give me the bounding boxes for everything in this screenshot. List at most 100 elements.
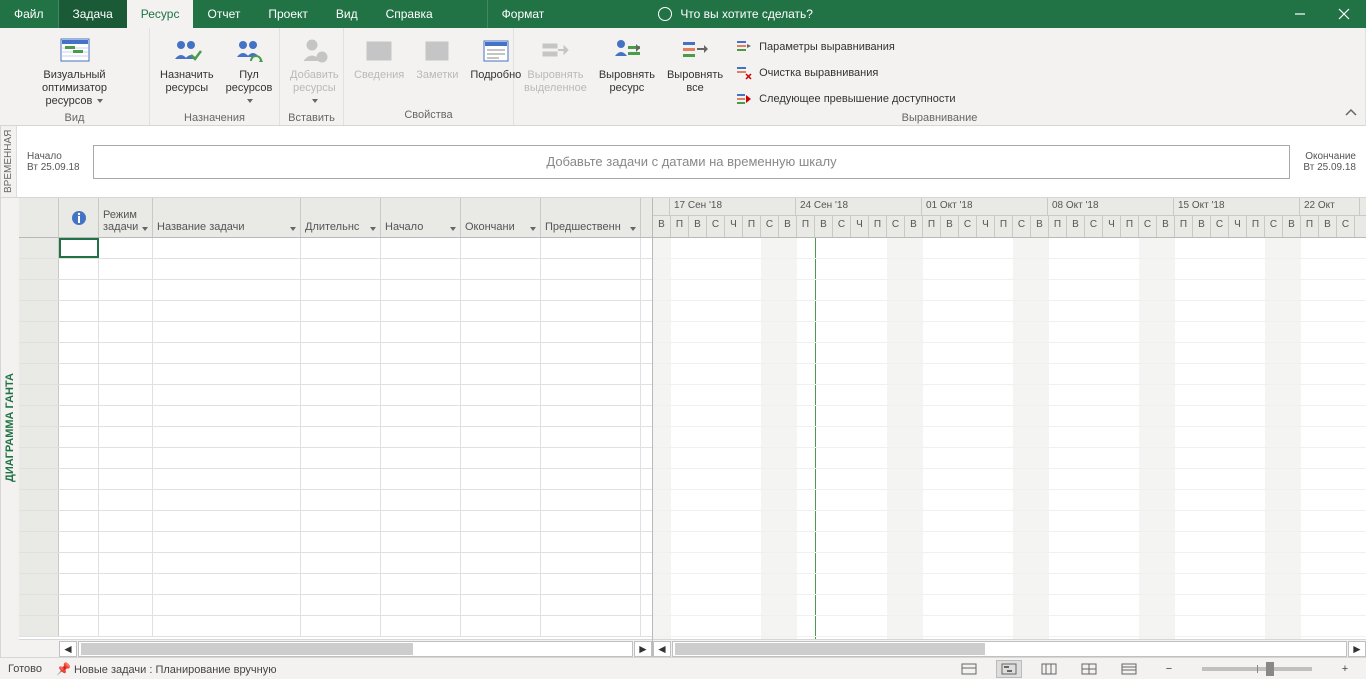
col-duration[interactable]: Длительнс	[301, 198, 381, 237]
hscroll-left-button[interactable]: ◄	[59, 641, 77, 657]
gantt-day-header[interactable]: В	[689, 216, 707, 237]
gantt-day-header[interactable]: В	[905, 216, 923, 237]
tab-task[interactable]: Задача	[59, 0, 127, 28]
gantt-day-header[interactable]: Ч	[1229, 216, 1247, 237]
minimize-button[interactable]	[1278, 0, 1322, 28]
gantt-day-header[interactable]: В	[1193, 216, 1211, 237]
view-shortcut-2[interactable]	[996, 660, 1022, 678]
col-name[interactable]: Название задачи	[153, 198, 301, 237]
gantt-hscroll-right[interactable]: ►	[1348, 641, 1366, 657]
gantt-day-header[interactable]: В	[779, 216, 797, 237]
tellme-search[interactable]	[648, 0, 1278, 28]
gantt-day-header[interactable]: С	[959, 216, 977, 237]
gantt-day-header[interactable]: С	[833, 216, 851, 237]
gantt-day-header[interactable]: Ч	[977, 216, 995, 237]
table-row[interactable]	[19, 406, 652, 427]
gantt-day-header[interactable]: С	[1085, 216, 1103, 237]
view-shortcut-4[interactable]	[1076, 660, 1102, 678]
tab-project[interactable]: Проект	[254, 0, 322, 28]
col-mode[interactable]: Режим задачи	[99, 198, 153, 237]
gantt-day-header[interactable]: Ч	[1103, 216, 1121, 237]
gantt-day-header[interactable]: П	[1247, 216, 1265, 237]
table-row[interactable]	[19, 427, 652, 448]
gantt-day-header[interactable]: С	[1265, 216, 1283, 237]
tab-file[interactable]: Файл	[0, 0, 59, 28]
tab-format[interactable]: Формат	[487, 0, 559, 28]
gantt-week-header[interactable]: 17 Сен '18	[670, 198, 796, 215]
next-overallocation-button[interactable]: Следующее превышение доступности	[731, 88, 959, 110]
tab-help[interactable]: Справка	[372, 0, 447, 28]
gantt-day-header[interactable]: Ч	[725, 216, 743, 237]
leveling-options-button[interactable]: Параметры выравнивания	[731, 36, 959, 58]
level-all-button[interactable]: Выровнять все	[663, 32, 727, 97]
gantt-day-header[interactable]: В	[653, 216, 671, 237]
gantt-day-header[interactable]: В	[1067, 216, 1085, 237]
gantt-day-header[interactable]: П	[995, 216, 1013, 237]
gantt-day-header[interactable]: П	[923, 216, 941, 237]
resource-pool-button[interactable]: Пул ресурсов	[222, 32, 277, 110]
gantt-day-header[interactable]: С	[707, 216, 725, 237]
zoom-slider[interactable]	[1202, 667, 1312, 671]
close-button[interactable]	[1322, 0, 1366, 28]
col-start[interactable]: Начало	[381, 198, 461, 237]
gantt-day-header[interactable]: С	[1211, 216, 1229, 237]
table-row[interactable]	[19, 616, 652, 637]
gantt-day-header[interactable]: С	[887, 216, 905, 237]
gantt-hscroll-track[interactable]	[672, 641, 1347, 657]
col-pred[interactable]: Предшественн	[541, 198, 641, 237]
gantt-week-header[interactable]: 01 Окт '18	[922, 198, 1048, 215]
view-shortcut-5[interactable]	[1116, 660, 1142, 678]
gantt-day-header[interactable]: В	[815, 216, 833, 237]
table-row[interactable]	[19, 490, 652, 511]
view-shortcut-1[interactable]	[956, 660, 982, 678]
gantt-day-header[interactable]: П	[743, 216, 761, 237]
level-resource-button[interactable]: Выровнять ресурс	[595, 32, 659, 97]
table-row[interactable]	[19, 238, 652, 259]
table-row[interactable]	[19, 280, 652, 301]
gantt-week-header[interactable]: 15 Окт '18	[1174, 198, 1300, 215]
gantt-day-header[interactable]: П	[869, 216, 887, 237]
gantt-week-header[interactable]: 08 Окт '18	[1048, 198, 1174, 215]
gantt-week-header[interactable]: 22 Окт	[1300, 198, 1360, 215]
gantt-day-header[interactable]: П	[797, 216, 815, 237]
table-row[interactable]	[19, 532, 652, 553]
view-shortcut-3[interactable]	[1036, 660, 1062, 678]
col-rownum[interactable]	[19, 198, 59, 237]
tab-report[interactable]: Отчет	[193, 0, 254, 28]
visual-optimizer-button[interactable]: Визуальный оптимизатор ресурсов	[6, 32, 143, 110]
gantt-day-header[interactable]: С	[1139, 216, 1157, 237]
gantt-day-header[interactable]: С	[761, 216, 779, 237]
tellme-input[interactable]	[680, 7, 980, 21]
gantt-day-header[interactable]: П	[1121, 216, 1139, 237]
collapse-ribbon-button[interactable]	[1344, 107, 1358, 121]
table-row[interactable]	[19, 364, 652, 385]
gantt-day-header[interactable]: В	[1283, 216, 1301, 237]
tab-view[interactable]: Вид	[322, 0, 372, 28]
table-row[interactable]	[19, 511, 652, 532]
table-row[interactable]	[19, 301, 652, 322]
hscroll-right-button[interactable]: ►	[634, 641, 652, 657]
gantt-week-header[interactable]: 24 Сен '18	[796, 198, 922, 215]
gantt-day-header[interactable]: В	[1319, 216, 1337, 237]
table-row[interactable]	[19, 595, 652, 616]
table-row[interactable]	[19, 469, 652, 490]
zoom-out-button[interactable]: −	[1156, 660, 1182, 678]
timeline-bar[interactable]: Добавьте задачи с датами на временную шк…	[93, 145, 1290, 179]
gantt-day-header[interactable]: В	[1031, 216, 1049, 237]
table-row[interactable]	[19, 385, 652, 406]
gantt-day-header[interactable]: В	[941, 216, 959, 237]
gantt-day-header[interactable]: П	[1049, 216, 1067, 237]
clear-leveling-button[interactable]: Очистка выравнивания	[731, 62, 959, 84]
col-info[interactable]	[59, 198, 99, 237]
zoom-in-button[interactable]: +	[1332, 660, 1358, 678]
gantt-day-header[interactable]: С	[1337, 216, 1355, 237]
assign-resources-button[interactable]: Назначить ресурсы	[156, 32, 218, 97]
gantt-day-header[interactable]: П	[671, 216, 689, 237]
table-row[interactable]	[19, 343, 652, 364]
tab-resource[interactable]: Ресурс	[127, 0, 194, 28]
table-row[interactable]	[19, 574, 652, 595]
col-end[interactable]: Окончани	[461, 198, 541, 237]
gantt-day-header[interactable]: П	[1301, 216, 1319, 237]
hscroll-track-left[interactable]	[78, 641, 633, 657]
gantt-day-header[interactable]: С	[1013, 216, 1031, 237]
